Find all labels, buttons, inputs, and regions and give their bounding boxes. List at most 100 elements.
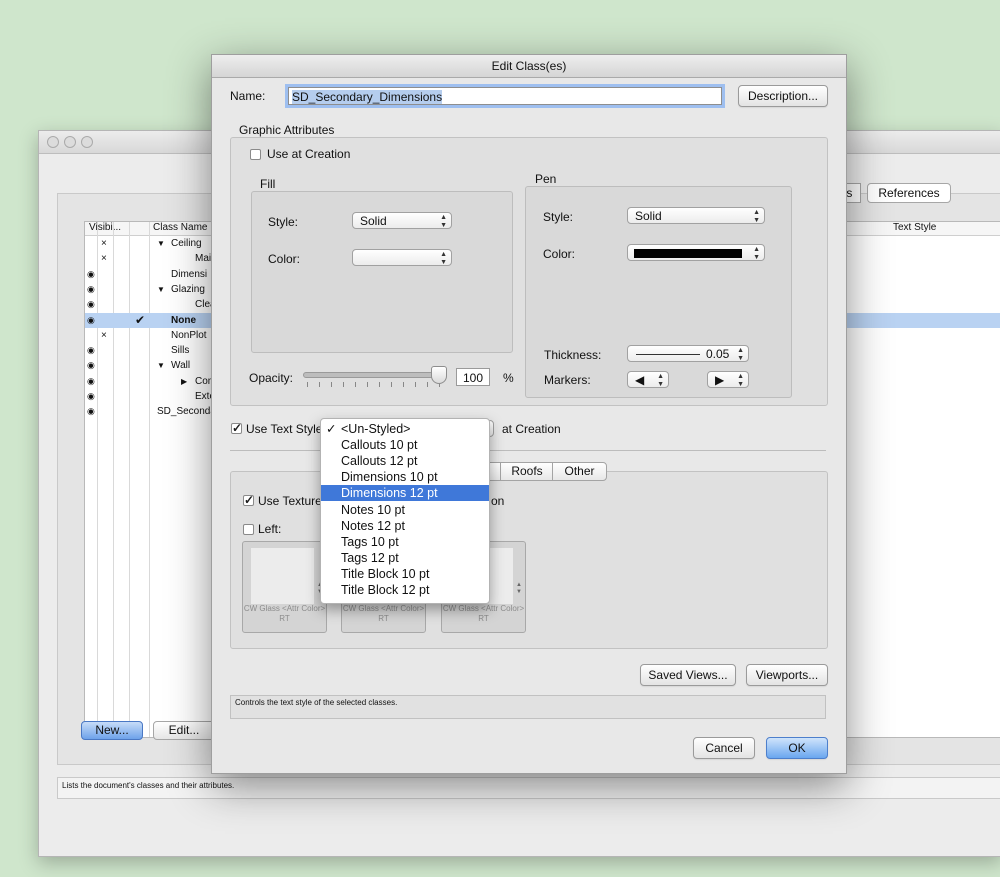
fill-color-label: Color: [268, 252, 301, 266]
use-textures-label: Use Texture [258, 494, 322, 508]
use-at-creation-label: Use at Creation [267, 147, 351, 161]
popup-arrows-icon: ▲▼ [737, 347, 744, 362]
ok-button[interactable]: OK [766, 737, 828, 759]
help-status-text: Controls the text style of the selected … [230, 695, 826, 719]
description-button[interactable]: Description... [738, 85, 828, 107]
disclosure-open-icon[interactable]: ▼ [157, 236, 165, 251]
use-textures-checkbox[interactable]: ✓ [243, 494, 254, 506]
fill-style-value: Solid [360, 214, 387, 228]
invisible-x-icon[interactable]: × [101, 236, 107, 251]
text-style-menu-item[interactable]: Title Block 12 pt [321, 582, 489, 598]
active-class-check-icon: ✔ [135, 312, 146, 327]
edit-class-button[interactable]: Edit... [153, 721, 215, 740]
class-name: Glazing [171, 283, 205, 295]
visible-eye-icon[interactable]: ◉ [87, 267, 95, 282]
class-name: Wall [171, 360, 191, 372]
text-style-menu: ✓ <Un-Styled> Callouts 10 pt Callouts 12 pt… [320, 418, 490, 604]
end-marker-popup[interactable]: ▶ ▲ ▼ [707, 371, 749, 388]
fill-color-popup[interactable]: ▲ ▼ [352, 249, 452, 266]
zoom-window-icon[interactable] [81, 136, 93, 148]
name-label: Name: [230, 89, 266, 103]
column-text-style[interactable]: Text Style [893, 222, 936, 233]
opacity-slider-knob[interactable] [431, 366, 447, 384]
popup-arrows-icon: ▲▼ [440, 214, 447, 229]
visible-eye-icon[interactable]: ◉ [87, 297, 95, 312]
class-name: NonPlot [171, 329, 207, 341]
text-style-menu-item[interactable]: Tags 12 pt [321, 550, 489, 566]
new-class-button[interactable]: New... [81, 721, 143, 740]
class-name: Ceiling [171, 238, 202, 249]
left-texture-tile[interactable]: ▲▼ CW Glass <Attr Color> RT [242, 541, 327, 633]
text-style-menu-item[interactable]: Notes 10 pt [321, 502, 489, 518]
visible-eye-icon[interactable]: ◉ [87, 313, 95, 328]
left-texture-checkbox[interactable] [243, 524, 254, 535]
name-value: SD_Secondary_Dimensions [292, 90, 443, 104]
class-name: None [171, 314, 196, 326]
close-window-icon[interactable] [47, 136, 59, 148]
visible-eye-icon[interactable]: ◉ [87, 343, 95, 358]
thickness-label: Thickness: [544, 348, 602, 362]
menu-item-label: Dimensions 12 pt [341, 486, 438, 501]
fill-style-popup[interactable]: Solid ▲ ▼ [352, 212, 452, 229]
tab-roofs[interactable]: Roofs [500, 462, 554, 481]
invisible-x-icon[interactable]: × [101, 328, 107, 343]
menu-item-label: Notes 12 pt [341, 518, 405, 533]
texture-preview [251, 548, 314, 604]
tab-references[interactable]: References [867, 183, 951, 203]
use-at-creation-checkbox[interactable] [250, 149, 261, 160]
text-style-menu-item[interactable]: Callouts 12 pt [321, 453, 489, 469]
pen-color-label: Color: [543, 247, 576, 261]
text-style-menu-item[interactable]: Dimensions 10 pt [321, 469, 489, 485]
menu-item-label: Dimensions 10 pt [341, 470, 438, 485]
visible-eye-icon[interactable]: ◉ [87, 282, 95, 297]
class-name: SD_Secondar [157, 406, 220, 418]
slider-tick [379, 382, 380, 387]
disclosure-open-icon[interactable]: ▼ [157, 282, 165, 297]
dialog-title: Edit Class(es) [212, 55, 846, 78]
text-style-menu-item[interactable]: Callouts 10 pt [321, 437, 489, 453]
slider-tick [331, 382, 332, 387]
pen-style-label: Style: [543, 210, 574, 224]
help-status-bar: Lists the document's classes and their a… [57, 777, 1000, 799]
thickness-popup[interactable]: 0.05 ▲ ▼ [627, 345, 749, 362]
use-textures-label-suffix: on [491, 494, 505, 508]
texture-caption: CW Glass <Attr Color> RT [243, 604, 326, 623]
disclosure-closed-icon[interactable]: ▶ [181, 374, 187, 389]
menu-item-label: Tags 10 pt [341, 534, 399, 549]
invisible-x-icon[interactable]: × [101, 251, 107, 266]
minimize-window-icon[interactable] [64, 136, 76, 148]
text-style-menu-item[interactable]: Notes 12 pt [321, 518, 489, 534]
visible-eye-icon[interactable]: ◉ [87, 374, 95, 389]
viewports-button[interactable]: Viewports... [746, 664, 828, 686]
opacity-slider-ticks [303, 382, 443, 388]
class-name: Dimensi [171, 268, 208, 280]
text-style-menu-item[interactable]: Title Block 10 pt [321, 566, 489, 582]
graphic-attributes-group: Use at Creation Fill Style: Solid ▲ ▼ Col… [230, 137, 828, 406]
text-style-menu-item[interactable]: Tags 10 pt [321, 534, 489, 550]
start-marker-popup[interactable]: ◀ ▲ ▼ [627, 371, 669, 388]
column-class-name[interactable]: Class Name [153, 222, 207, 233]
column-visibility[interactable]: Visibi... [89, 222, 121, 233]
visible-eye-icon[interactable]: ◉ [87, 404, 95, 419]
opacity-input[interactable]: 100 [456, 368, 490, 386]
tab-other[interactable]: Other [552, 462, 607, 481]
line-weight-preview [636, 354, 700, 355]
menu-item-label: Callouts 10 pt [341, 438, 418, 453]
opacity-unit: % [503, 371, 514, 385]
cancel-button[interactable]: Cancel [693, 737, 755, 759]
use-text-style-checkbox[interactable]: ✓ [231, 422, 242, 434]
text-style-menu-item[interactable]: ✓ <Un-Styled> [321, 421, 489, 437]
disclosure-open-icon[interactable]: ▼ [157, 358, 165, 373]
visible-eye-icon[interactable]: ◉ [87, 358, 95, 373]
pen-style-popup[interactable]: Solid ▲ ▼ [627, 207, 765, 224]
fill-style-label: Style: [268, 215, 299, 229]
pen-color-popup[interactable]: ▲ ▼ [627, 244, 765, 261]
text-style-menu-item[interactable]: Dimensions 12 pt [321, 485, 489, 502]
name-input[interactable]: SD_Secondary_Dimensions [288, 87, 722, 105]
saved-views-button[interactable]: Saved Views... [640, 664, 736, 686]
pen-color-swatch [634, 249, 742, 258]
visible-eye-icon[interactable]: ◉ [87, 389, 95, 404]
menu-item-label: Notes 10 pt [341, 502, 405, 517]
slider-tick [403, 382, 404, 387]
opacity-slider[interactable] [303, 372, 445, 378]
